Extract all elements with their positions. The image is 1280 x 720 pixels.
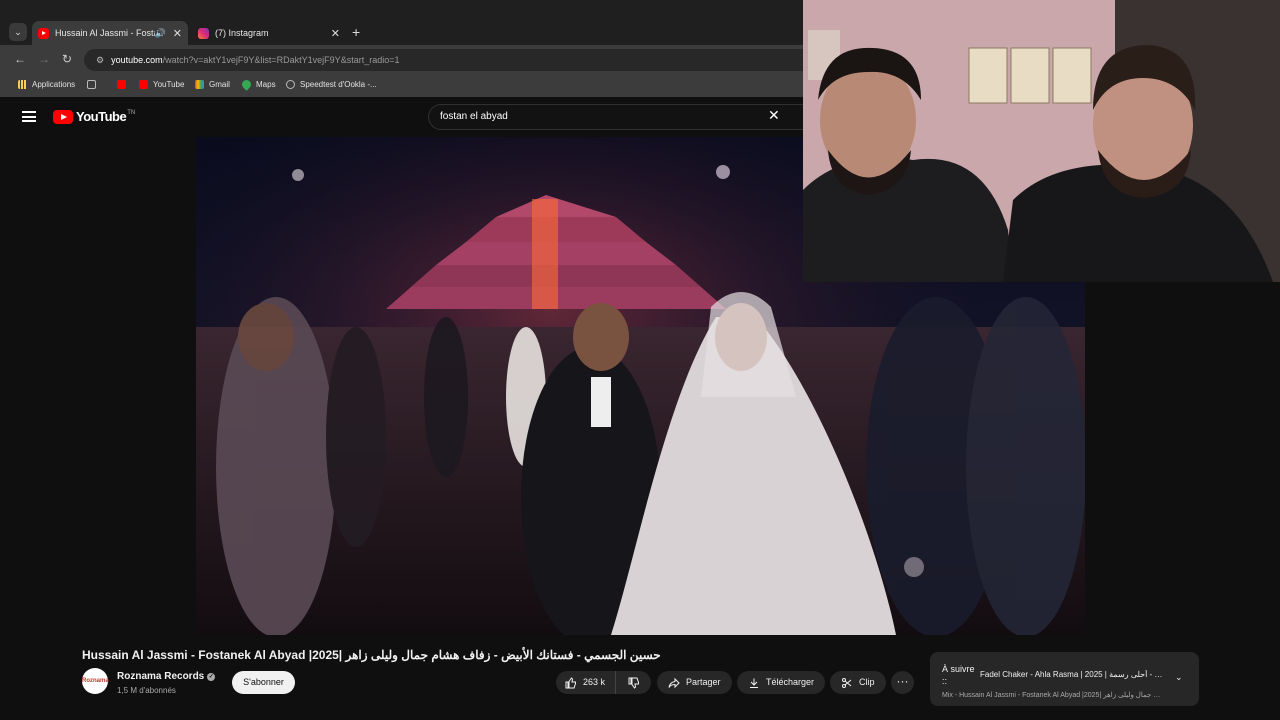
new-tab-button[interactable]: + [352, 24, 360, 40]
share-label: Partager [686, 677, 721, 687]
subscriber-count: 1,5 M d'abonnés [117, 686, 176, 695]
speaker-icon[interactable]: 🔊 [155, 28, 166, 39]
menu-icon[interactable] [22, 111, 36, 122]
back-arrow-icon[interactable]: ← [14, 52, 26, 66]
subscribe-button[interactable]: S'abonner [232, 671, 295, 694]
share-button[interactable]: Partager [657, 671, 732, 694]
scissors-icon [842, 677, 852, 688]
video-title: Hussain Al Jassmi - Fostanek Al Abyad |2… [82, 648, 661, 662]
tab-title: Hussain Al Jassmi - Fostan [55, 28, 155, 38]
channel-name-row[interactable]: Roznama Records ✓ [117, 671, 216, 682]
channel-avatar[interactable]: Roznama [82, 668, 109, 694]
bookmark-youtube-icon-only[interactable] [117, 80, 131, 89]
up-next-card[interactable]: À suivre :: Fadel Chaker - Ahla Rasma | … [930, 652, 1199, 706]
logo-country: TN [127, 109, 136, 116]
up-next-playlist: Mix - Hussain Al Jassmi - Fostanek Al Ab… [942, 692, 1164, 699]
download-label: Télécharger [766, 677, 815, 687]
close-tab-icon[interactable]: ✕ [331, 27, 340, 40]
gmail-icon [195, 80, 204, 89]
bookmark-speedtest[interactable]: Speedtest d'Ookla -... [286, 80, 377, 89]
bokeh-light [716, 165, 730, 179]
wanted-posters [968, 47, 1092, 104]
up-next-title[interactable]: Fadel Chaker - Ahla Rasma | 2025 | فضل ش… [980, 670, 1166, 679]
channel-name[interactable]: Roznama Records [117, 671, 204, 682]
youtube-icon [38, 27, 49, 39]
like-count: 263 k [583, 677, 606, 687]
reload-icon[interactable]: ↻ [62, 52, 72, 66]
bokeh-light [292, 169, 304, 181]
close-tab-icon[interactable]: ✕ [173, 27, 182, 40]
url-path: /watch?v=aktY1vejF9Y&list=RDaktY1vejF9Y&… [162, 55, 400, 65]
webcam-overlay [803, 0, 1280, 282]
like-button[interactable]: 263 k [556, 671, 616, 694]
tab-title: (7) Instagram [215, 28, 269, 38]
tab-youtube[interactable]: Hussain Al Jassmi - Fostan 🔊 ✕ [32, 21, 188, 45]
browser-tab-strip: ⌄ Hussain Al Jassmi - Fostan 🔊 ✕ (7) Ins… [0, 0, 803, 45]
up-next-label: À suivre :: [942, 664, 975, 686]
like-dislike-group: 263 k [556, 671, 651, 694]
download-button[interactable]: Télécharger [737, 671, 826, 694]
share-icon [668, 677, 680, 688]
bookmark-applications[interactable]: Applications [18, 80, 75, 89]
webcam-frame [803, 0, 1280, 282]
clear-search-icon[interactable]: ✕ [768, 108, 780, 122]
bookmarks-bar: Applications YouTube Gmail Maps Speedtes… [0, 75, 803, 97]
instagram-icon [198, 27, 209, 39]
address-bar[interactable]: ⚙ youtube.com/watch?v=aktY1vejF9Y&list=RD… [84, 49, 803, 71]
search-input[interactable]: fostan el abyad [428, 104, 803, 130]
bookmark-maps[interactable]: Maps [240, 78, 276, 91]
tab-instagram[interactable]: (7) Instagram ✕ [192, 21, 346, 45]
url-host: youtube.com [111, 55, 163, 65]
thumbs-up-icon [565, 676, 576, 688]
grid-icon [87, 80, 96, 89]
youtube-icon [139, 80, 148, 89]
browser-toolbar: ← → ↻ ⚙ youtube.com/watch?v=aktY1vejF9Y&l… [0, 45, 803, 75]
forward-arrow-icon[interactable]: → [38, 52, 50, 66]
youtube-play-icon [53, 109, 73, 124]
site-info-icon[interactable]: ⚙ [96, 55, 104, 65]
verified-icon: ✓ [207, 673, 216, 681]
more-actions-button[interactable]: ··· [891, 671, 914, 694]
bookmark-youtube[interactable]: YouTube [139, 80, 184, 89]
youtube-logo[interactable]: YouTube TN [53, 109, 135, 124]
speedtest-icon [286, 80, 295, 89]
youtube-masthead: YouTube TN fostan el abyad ✕ [0, 97, 803, 137]
tab-search-button[interactable]: ⌄ [9, 23, 27, 41]
apps-icon [18, 80, 27, 89]
clip-label: Clip [859, 677, 875, 687]
logo-wordmark: YouTube [76, 109, 127, 124]
bookmark-gmail[interactable]: Gmail [195, 80, 230, 89]
bookmark-group[interactable] [87, 80, 101, 89]
chevron-down-icon[interactable]: ⌄ [1175, 672, 1183, 683]
thumbs-down-icon [628, 677, 639, 689]
maps-icon [240, 78, 253, 91]
clip-button[interactable]: Clip [830, 671, 886, 694]
bokeh-light [904, 557, 924, 577]
dislike-button[interactable] [616, 671, 651, 694]
download-icon [750, 678, 758, 688]
youtube-icon [117, 80, 126, 89]
